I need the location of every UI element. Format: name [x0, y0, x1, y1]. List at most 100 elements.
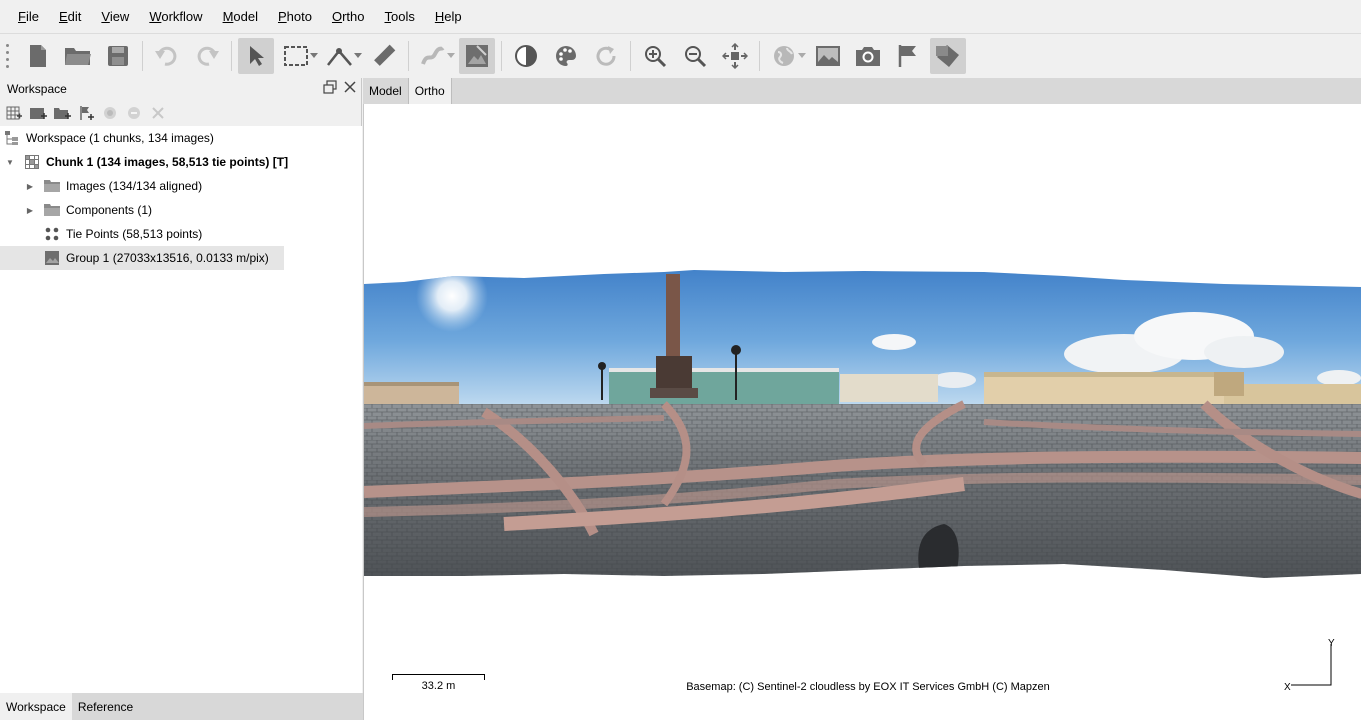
tab-workspace[interactable]: Workspace: [0, 693, 72, 720]
workspace-panel-header: Workspace: [0, 78, 361, 100]
folder-icon: [44, 178, 60, 194]
chevron-down-icon[interactable]: [447, 38, 455, 74]
remove-icon[interactable]: [148, 103, 168, 123]
menu-photo[interactable]: Photo: [268, 0, 322, 34]
menu-tools[interactable]: Tools: [375, 0, 425, 34]
toolbar-separator: [759, 41, 760, 71]
zoom-in-icon[interactable]: [637, 38, 673, 74]
expand-arrow-icon[interactable]: ▶: [24, 206, 36, 215]
image-view-icon[interactable]: [810, 38, 846, 74]
menu-photo-mnemonic: P: [277, 8, 287, 24]
add-folder-icon[interactable]: [52, 103, 72, 123]
toolbar-separator: [630, 41, 631, 71]
tree-item-group-label: Group 1 (27033x13516, 0.0133 m/pix): [66, 251, 269, 265]
disable-icon[interactable]: [124, 103, 144, 123]
workspace-tree-icon: [4, 130, 20, 146]
menu-help[interactable]: Help: [425, 0, 472, 34]
menu-workflow-mnemonic: W: [149, 8, 162, 24]
tree-item-workspace[interactable]: Workspace (1 chunks, 134 images): [4, 126, 214, 150]
tree-item-workspace-label: Workspace (1 chunks, 134 images): [26, 131, 214, 145]
navigation-arrow-icon[interactable]: [238, 38, 274, 74]
chevron-down-icon[interactable]: [310, 38, 318, 74]
main-toolbar: [0, 35, 1361, 77]
menu-model-mnemonic: M: [222, 8, 234, 24]
basemap-credit: Basemap: (C) Sentinel-2 cloudless by EOX…: [686, 681, 1050, 693]
menu-ortho-mnemonic: O: [331, 8, 343, 24]
menu-workflow[interactable]: Workflow: [139, 0, 212, 34]
reset-view-icon[interactable]: [717, 38, 753, 74]
panel-tab-bar: Workspace Reference: [0, 693, 363, 720]
redo-icon[interactable]: [189, 38, 225, 74]
tab-ortho[interactable]: Ortho: [408, 78, 452, 104]
menu-edit[interactable]: Edit: [49, 0, 91, 34]
shapes-icon[interactable]: [930, 38, 966, 74]
tab-reference[interactable]: Reference: [72, 693, 139, 720]
undo-icon[interactable]: [149, 38, 185, 74]
menu-photo-label: hoto: [286, 8, 312, 24]
toolbar-grip[interactable]: [4, 42, 10, 70]
tree-item-tie-points-label: Tie Points (58,513 points): [66, 227, 203, 241]
add-marker-icon[interactable]: [76, 103, 96, 123]
ortho-viewport[interactable]: 33.2 m Basemap: (C) Sentinel-2 cloudless…: [363, 104, 1361, 720]
new-document-icon[interactable]: [20, 38, 56, 74]
menu-view-mnemonic: V: [101, 8, 110, 24]
axes-indicator: Y X: [1284, 638, 1335, 693]
menu-ortho-label: rtho: [342, 8, 365, 24]
open-folder-icon[interactable]: [60, 38, 96, 74]
toolbar-separator: [501, 41, 502, 71]
add-chunk-icon[interactable]: [4, 103, 24, 123]
menu-view-label: iew: [109, 8, 130, 24]
ortho-patch-icon[interactable]: [459, 38, 495, 74]
tree-item-images[interactable]: ▶ Images (134/134 aligned): [24, 174, 202, 198]
menu-ortho[interactable]: Ortho: [322, 0, 375, 34]
menu-edit-mnemonic: E: [58, 8, 68, 24]
axis-x-label: X: [1284, 682, 1291, 693]
menu-bar: File Edit View Workflow Model Photo Orth…: [0, 0, 1361, 34]
chevron-down-icon[interactable]: [798, 38, 806, 74]
save-icon[interactable]: [100, 38, 136, 74]
workspace-panel: Workspace Workspace (1 chunks, 134 image…: [0, 78, 362, 693]
chunk-icon: [24, 154, 40, 170]
toolbar-separator: [142, 41, 143, 71]
menu-edit-label: dit: [67, 8, 82, 24]
menu-file-label: ile: [25, 8, 39, 24]
flag-icon[interactable]: [890, 38, 926, 74]
workspace-tree: Workspace (1 chunks, 134 images) ▼ Chunk…: [0, 126, 362, 693]
folder-icon: [44, 202, 60, 218]
draw-polyline-icon[interactable]: [415, 38, 451, 74]
toolbar-separator: [231, 41, 232, 71]
orthomosaic-image[interactable]: [364, 104, 1361, 720]
tree-item-tie-points[interactable]: Tie Points (58,513 points): [44, 222, 202, 246]
ruler-line-icon[interactable]: [322, 38, 358, 74]
collapse-arrow-icon[interactable]: ▼: [4, 158, 16, 167]
palette-icon[interactable]: [548, 38, 584, 74]
tie-points-icon: [44, 226, 60, 242]
tree-item-chunk[interactable]: ▼ Chunk 1 (134 images, 58,513 tie points…: [4, 150, 288, 174]
orthomosaic-icon: [44, 250, 60, 266]
menu-file[interactable]: File: [8, 0, 49, 34]
menu-view[interactable]: View: [91, 0, 139, 34]
axis-y-label: Y: [1328, 638, 1335, 649]
rectangle-selection-icon[interactable]: [278, 38, 314, 74]
chevron-down-icon[interactable]: [354, 38, 362, 74]
menu-model[interactable]: Model: [213, 0, 268, 34]
enable-icon[interactable]: [100, 103, 120, 123]
menu-tools-label: ools: [391, 8, 415, 24]
menu-help-label: elp: [444, 8, 462, 24]
close-panel-icon[interactable]: [343, 80, 357, 97]
menu-workflow-label: orkflow: [161, 8, 203, 24]
expand-arrow-icon[interactable]: ▶: [24, 182, 36, 191]
toolbar-separator: [408, 41, 409, 71]
tab-model[interactable]: Model: [363, 78, 409, 104]
tree-item-chunk-label: Chunk 1 (134 images, 58,513 tie points) …: [46, 155, 289, 169]
tree-item-components[interactable]: ▶ Components (1): [24, 198, 152, 222]
brightness-icon[interactable]: [508, 38, 544, 74]
globe-icon[interactable]: [766, 38, 802, 74]
zoom-out-icon[interactable]: [677, 38, 713, 74]
ruler-icon[interactable]: [366, 38, 402, 74]
refresh-icon[interactable]: [588, 38, 624, 74]
add-photos-icon[interactable]: [28, 103, 48, 123]
camera-icon[interactable]: [850, 38, 886, 74]
float-panel-icon[interactable]: [323, 80, 337, 97]
tree-item-group[interactable]: Group 1 (27033x13516, 0.0133 m/pix): [0, 246, 284, 270]
